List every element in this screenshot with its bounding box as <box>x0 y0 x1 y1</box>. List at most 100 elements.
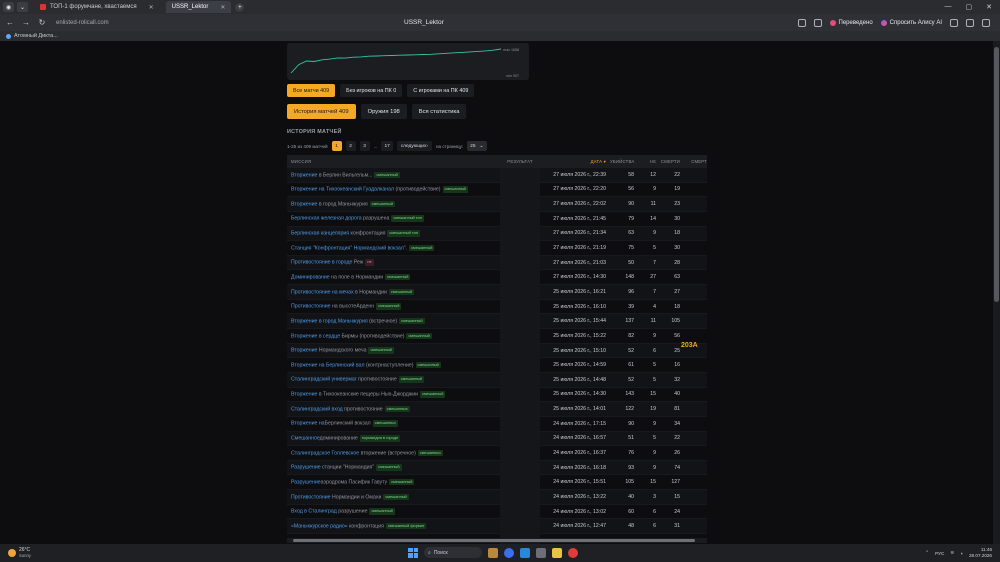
table-row[interactable]: Разрушение станции "Нормандия"смешанныйL… <box>287 460 707 476</box>
mission-mode[interactable]: Доминирование <box>291 275 330 281</box>
col-result[interactable]: РЕЗУЛЬТАТ <box>500 159 540 164</box>
col-kills[interactable]: УБИЙСТВА <box>610 159 634 164</box>
mission-cell[interactable]: Противостояние на высотеАрденн смешанный <box>287 303 500 310</box>
mission-cell[interactable]: Противостояние Нормандии и Омахи смешанны… <box>287 493 500 500</box>
mission-mode[interactable]: Сталинградский универмаг <box>291 377 357 383</box>
mission-mode[interactable]: Сталинградское Голлевское <box>291 450 359 456</box>
page-scroll-thumb[interactable] <box>994 47 999 302</box>
mission-mode[interactable]: Вторжение <box>291 348 317 354</box>
tab-active[interactable]: USSR_Lektor ✕ <box>165 1 232 13</box>
translated-button[interactable]: Переведено <box>829 19 873 26</box>
minimize-icon[interactable]: — <box>945 3 952 11</box>
table-row[interactable]: Вторжение в город Маньчжурия (встречное)… <box>287 314 707 330</box>
mission-cell[interactable]: Сталинградское Голлевское вторжение (вст… <box>287 449 500 456</box>
table-row[interactable]: Разрушениеаэродрома Пасифик Гавуту смешан… <box>287 475 707 491</box>
table-row[interactable]: Берлинская железная дорога разрушена смеш… <box>287 212 707 227</box>
filter-with-pc-players[interactable]: С игроками на ПК 409 <box>407 84 475 97</box>
mission-cell[interactable]: Вторжение Нормандского меча смешанный <box>287 347 500 354</box>
new-tab-button[interactable]: + <box>235 2 245 12</box>
taskbar-search[interactable]: ⌕ Поиск <box>424 547 482 558</box>
page-2-button[interactable]: 2 <box>345 141 356 151</box>
mission-cell[interactable]: «Маньчжурское радио» конфронтация смешанн… <box>287 522 500 530</box>
menu-icon[interactable] <box>982 18 990 27</box>
mission-mode[interactable]: Берлинская канцелярия <box>291 231 349 237</box>
table-row[interactable]: Вторжение в сердце Бирмы (противодействи… <box>287 329 707 344</box>
app-icon-2[interactable] <box>536 547 546 558</box>
volume-icon[interactable]: ◖ <box>960 551 963 556</box>
col-deaths[interactable]: СМЕРТИ <box>656 159 680 164</box>
tab-forum[interactable]: ТОП-1 форумчане, хвастаемся ✕ <box>34 1 160 13</box>
table-row[interactable]: Доминирование на поле в Нормандии смешанн… <box>287 270 707 286</box>
mission-mode[interactable]: Противостояние на мечах <box>291 289 354 295</box>
mission-cell[interactable]: Противостояние на мечах в Нормандии смеша… <box>287 288 500 295</box>
per-page-select[interactable]: 25 ⌄ <box>467 141 487 151</box>
table-row[interactable]: Противостояние в городе РежпеW27 июля 20… <box>287 255 707 271</box>
mission-mode[interactable]: Противостояние <box>291 304 331 310</box>
page-last-button[interactable]: 17 <box>381 141 393 151</box>
close-icon[interactable]: ✕ <box>220 4 225 11</box>
mission-mode[interactable]: Смешанное <box>291 436 320 442</box>
clock[interactable]: 11:46 28.07.2026 <box>969 547 992 558</box>
mission-cell[interactable]: Вторжение в сердце Бирмы (противодействи… <box>287 332 500 339</box>
table-row[interactable]: Смешанноедоминирование нормандия в городе… <box>287 431 707 447</box>
table-row[interactable]: Вход в Сталинград разрушениесмешанныйW24… <box>287 505 707 520</box>
table-row[interactable]: Вторжение в Тихоокеанские пещеры Нью-Джо… <box>287 388 707 403</box>
tab-weapons[interactable]: Оружия 198 <box>360 104 407 119</box>
share-icon[interactable] <box>813 18 822 27</box>
mission-mode[interactable]: «Маньчжурское радио» <box>291 524 348 530</box>
language-indicator[interactable]: РУС <box>935 551 944 556</box>
mission-mode[interactable]: Вход в Сталинград <box>291 509 337 515</box>
table-row[interactable]: Сталинградский вход противостояние смешан… <box>287 402 707 417</box>
app-icon-3[interactable] <box>552 547 562 558</box>
close-icon[interactable]: ✕ <box>149 4 154 11</box>
mission-cell[interactable]: Вторжение в город Маньчжурия смешанный <box>287 200 500 207</box>
mission-mode[interactable]: Вторжение в город Маньчжурия <box>291 319 368 325</box>
mission-mode[interactable]: Разрушение <box>291 465 321 471</box>
mission-cell[interactable]: Вход в Сталинград разрушение смешанный <box>287 508 500 515</box>
mission-mode[interactable]: Вторжение <box>291 172 317 178</box>
tab-all-stats[interactable]: Вся статистика <box>411 104 467 119</box>
yandex-browser-icon[interactable] <box>568 547 578 558</box>
table-row[interactable]: Вторжение наБерлинский вокзалсмешанныхW2… <box>287 417 707 432</box>
mission-mode[interactable]: Вторжение на Тихоокеанский Гуадалканал <box>291 187 394 193</box>
bookmark-item[interactable]: Атомный Дикта... <box>14 33 58 39</box>
table-row[interactable]: Берлинская канцелярия конфронтация смешан… <box>287 226 707 242</box>
mission-mode[interactable]: Берлинская железная дорога <box>291 216 362 222</box>
ask-alice-button[interactable]: Спросить Алису AI <box>880 19 942 26</box>
filter-all-matches[interactable]: Все матчи 409 <box>287 84 336 97</box>
tab-list-icon[interactable]: ⌄ <box>17 2 28 12</box>
table-row[interactable]: «Маньчжурское радио» конфронтация смешанн… <box>287 519 707 535</box>
mission-mode[interactable]: Вторжение в сердце <box>291 333 340 339</box>
app-icon-1[interactable] <box>504 547 514 558</box>
table-row[interactable]: Вторжение Нормандского мечасмешанныйW25 … <box>287 343 707 359</box>
table-row[interactable]: Противостояние на высотеАрденнсмешанныйW… <box>287 300 707 315</box>
weather-widget[interactable]: 26°C Sunny <box>8 547 31 558</box>
downloads-icon[interactable] <box>966 18 974 27</box>
mission-cell[interactable]: Сталинградский универмаг противостояние с… <box>287 376 500 383</box>
maximize-icon[interactable]: ▢ <box>966 3 973 11</box>
wifi-icon[interactable]: ≋ <box>950 550 954 556</box>
mission-cell[interactable]: Берлинская канцелярия конфронтация смешан… <box>287 230 500 237</box>
table-row[interactable]: Сталинградский универмаг противостояние с… <box>287 372 707 388</box>
next-page-button[interactable]: следующих › <box>396 141 432 151</box>
col-mission[interactable]: МИССИЯ <box>287 159 500 164</box>
col-date[interactable]: ДАТА ▾ <box>540 159 610 165</box>
table-row[interactable]: Противостояние Нормандии и Омахи смешанны… <box>287 490 707 505</box>
mission-mode[interactable]: Вторжение <box>291 392 317 398</box>
mission-cell[interactable]: Противостояние в городе Реж пе <box>287 259 500 266</box>
mission-cell[interactable]: Сталинградский вход противостояние смешан… <box>287 405 500 412</box>
mission-mode[interactable]: Сталинградский вход <box>291 406 343 412</box>
mission-cell[interactable]: Берлинская железная дорога разрушена смеш… <box>287 215 500 222</box>
table-row[interactable]: Вторжение на Берлинский вал (контрнаступ… <box>287 358 707 373</box>
close-window-icon[interactable]: ✕ <box>986 3 992 11</box>
table-row[interactable]: Сталинградское Голлевское вторжение (вст… <box>287 446 707 461</box>
extensions-icon[interactable] <box>950 18 958 27</box>
mission-cell[interactable]: Вторжение на Берлинский вал (контрнаступ… <box>287 361 500 368</box>
col-extra[interactable]: СМЕРТ <box>680 159 707 164</box>
tab-match-history[interactable]: История матчей 409 <box>287 104 356 119</box>
page-scrollbar[interactable] <box>993 41 1000 544</box>
profile-icon[interactable]: ◉ <box>3 2 14 12</box>
col-hs[interactable]: HS <box>634 159 656 164</box>
forward-icon[interactable]: → <box>20 18 32 27</box>
mission-cell[interactable]: Вторжение на Тихоокеанский Гуадалканал (… <box>287 186 500 193</box>
